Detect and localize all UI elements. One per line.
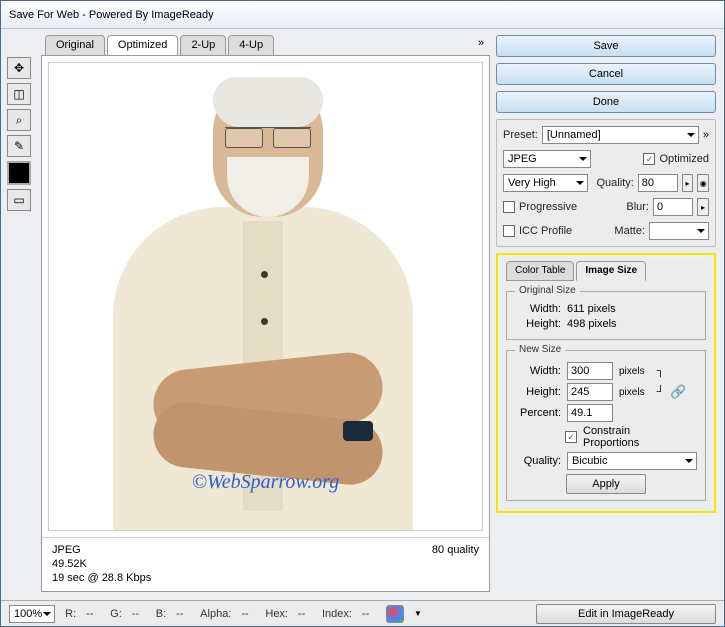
b-label: B: — [156, 608, 166, 620]
icc-checkbox[interactable] — [503, 225, 515, 237]
percent-label: Percent: — [515, 407, 561, 419]
tab-original[interactable]: Original — [45, 35, 105, 55]
zoom-select[interactable]: 100% — [9, 605, 55, 623]
slice-tool-icon[interactable]: ◫ — [7, 83, 31, 105]
new-size-fieldset: New Size Width: pixels ┐ Height: pixels … — [506, 350, 706, 501]
save-button[interactable]: Save — [496, 35, 716, 57]
hex-label: Hex: — [265, 608, 288, 620]
optimized-checkbox[interactable]: ✓ — [643, 153, 655, 165]
quality-slider-icon[interactable]: ▸ — [682, 174, 694, 192]
color-swatch[interactable] — [7, 161, 31, 185]
watermark-text: ©WebSparrow.org — [192, 471, 340, 494]
size-tabs: Color Table Image Size — [506, 261, 706, 281]
new-height-label: Height: — [515, 386, 561, 398]
zoom-tool-icon[interactable]: ⌕ — [7, 109, 31, 131]
slice-visibility-icon[interactable]: ▭ — [7, 189, 31, 211]
original-size-fieldset: Original Size Width:611 pixels Height:49… — [506, 291, 706, 340]
blur-input[interactable] — [653, 198, 693, 216]
b-value: -- — [176, 608, 190, 620]
preview-menu-icon[interactable]: » — [472, 35, 490, 55]
tab-2up[interactable]: 2-Up — [180, 35, 226, 55]
blur-slider-icon[interactable]: ▸ — [697, 198, 709, 216]
done-button[interactable]: Done — [496, 91, 716, 113]
status-bar: 100% R: -- G: -- B: -- Alpha: -- Hex: -- Inde… — [1, 600, 724, 626]
image-canvas[interactable]: ©WebSparrow.org — [48, 62, 483, 531]
alpha-label: Alpha: — [200, 608, 231, 620]
content-area: ✥ ◫ ⌕ ✎ ▭ Original Optimized 2-Up 4-Up »… — [1, 29, 724, 600]
save-for-web-window: Save For Web - Powered By ImageReady ✥ ◫… — [0, 0, 725, 627]
info-quality: 80 quality — [432, 544, 479, 556]
preset-label: Preset: — [503, 129, 538, 141]
panel-menu-icon[interactable]: » — [703, 129, 709, 141]
preset-select[interactable]: [Unnamed] — [542, 126, 699, 144]
quality-mask-icon[interactable]: ◉ — [697, 174, 709, 192]
new-width-label: Width: — [515, 365, 561, 377]
info-size: 49.52K — [52, 558, 479, 570]
orig-width-value: 611 pixels — [567, 303, 616, 315]
tab-image-size[interactable]: Image Size — [576, 261, 646, 281]
optimize-panel: Preset: [Unnamed] » JPEG ✓ Optimized Ver… — [496, 119, 716, 247]
preview-tabs: Original Optimized 2-Up 4-Up » — [41, 35, 490, 55]
percent-input[interactable] — [567, 404, 613, 422]
index-value: -- — [362, 608, 376, 620]
g-label: G: — [110, 608, 122, 620]
tool-column: ✥ ◫ ⌕ ✎ ▭ — [7, 35, 35, 596]
original-size-legend: Original Size — [515, 285, 580, 296]
tab-optimized[interactable]: Optimized — [107, 35, 179, 55]
titlebar: Save For Web - Powered By ImageReady — [1, 1, 724, 29]
cancel-button[interactable]: Cancel — [496, 63, 716, 85]
apply-button[interactable]: Apply — [566, 474, 646, 494]
tab-4up[interactable]: 4-Up — [228, 35, 274, 55]
new-height-input[interactable] — [567, 383, 613, 401]
alpha-value: -- — [241, 608, 255, 620]
g-value: -- — [132, 608, 146, 620]
progressive-checkbox[interactable] — [503, 201, 515, 213]
tab-color-table[interactable]: Color Table — [506, 261, 574, 281]
width-unit: pixels — [619, 366, 645, 377]
constrain-link-icon[interactable]: 🔗 — [670, 384, 686, 400]
resample-quality-select[interactable]: Bicubic — [567, 452, 697, 470]
center-column: Original Optimized 2-Up 4-Up » ©WebSparr… — [41, 35, 490, 596]
quality-preset-select[interactable]: Very High — [503, 174, 588, 192]
constrain-label: Constrain Proportions — [583, 425, 629, 449]
orig-width-label: Width: — [515, 303, 561, 315]
browser-preview-icon[interactable] — [386, 605, 404, 623]
image-size-highlight: Color Table Image Size Original Size Wid… — [496, 253, 716, 513]
orig-height-label: Height: — [515, 318, 561, 330]
preview-image — [93, 71, 423, 531]
resample-quality-label: Quality: — [515, 455, 561, 467]
quality-input[interactable] — [638, 174, 678, 192]
r-label: R: — [65, 608, 76, 620]
matte-label: Matte: — [614, 225, 645, 237]
window-title: Save For Web - Powered By ImageReady — [9, 9, 214, 21]
r-value: -- — [86, 608, 100, 620]
progressive-label: Progressive — [519, 201, 577, 213]
edit-imageready-button[interactable]: Edit in ImageReady — [536, 604, 716, 624]
index-label: Index: — [322, 608, 352, 620]
right-column: Save Cancel Done Preset: [Unnamed] » JPE… — [496, 35, 716, 596]
orig-height-value: 498 pixels — [567, 318, 617, 330]
blur-label: Blur: — [626, 201, 649, 213]
preview-info: JPEG 49.52K 19 sec @ 28.8 Kbps 80 qualit… — [42, 537, 489, 591]
constrain-checkbox[interactable]: ✓ — [565, 431, 577, 443]
icc-label: ICC Profile — [519, 225, 572, 237]
format-select[interactable]: JPEG — [503, 150, 591, 168]
new-width-input[interactable] — [567, 362, 613, 380]
height-unit: pixels — [619, 387, 645, 398]
info-format: JPEG — [52, 544, 479, 556]
hex-value: -- — [298, 608, 312, 620]
new-size-legend: New Size — [515, 344, 565, 355]
preview-pane: ©WebSparrow.org JPEG 49.52K 19 sec @ 28.… — [41, 55, 490, 592]
optimized-label: Optimized — [659, 153, 709, 165]
hand-tool-icon[interactable]: ✥ — [7, 57, 31, 79]
info-speed: 19 sec @ 28.8 Kbps — [52, 572, 479, 584]
eyedropper-tool-icon[interactable]: ✎ — [7, 135, 31, 157]
image-size-panel: Color Table Image Size Original Size Wid… — [502, 259, 710, 507]
quality-label: Quality: — [596, 177, 633, 189]
matte-select[interactable] — [649, 222, 709, 240]
